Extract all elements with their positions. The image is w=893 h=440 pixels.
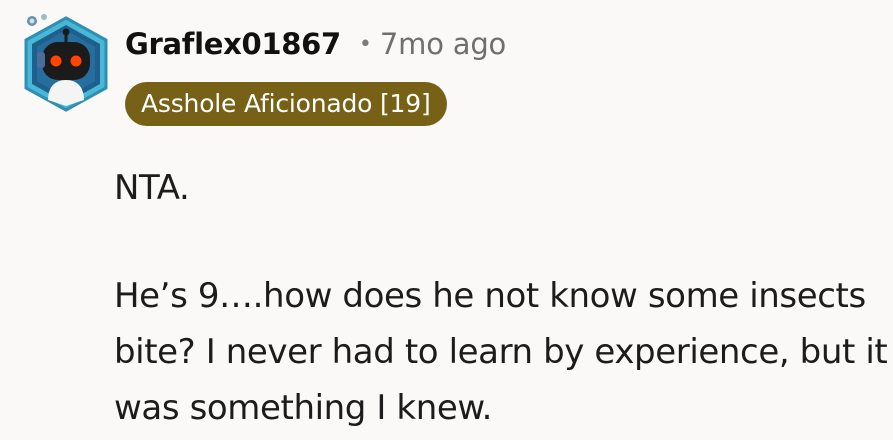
comment-paragraph: NTA.: [114, 168, 190, 208]
comment: Graflex01867 • 7mo ago Asshole Aficionad…: [0, 0, 893, 440]
comment-timestamp[interactable]: 7mo ago: [380, 27, 506, 61]
comment-header: Graflex01867 • 7mo ago: [125, 27, 506, 61]
comment-body: NTA. He’s 9….how does he not know some i…: [114, 160, 889, 436]
comment-paragraph: He’s 9….how does he not know some insect…: [114, 276, 888, 428]
username-link[interactable]: Graflex01867: [125, 27, 341, 61]
meta-separator: •: [358, 32, 372, 57]
user-avatar[interactable]: [18, 8, 114, 116]
snoo-robot-avatar-icon: [24, 14, 108, 112]
user-flair-badge[interactable]: Asshole Aficionado [19]: [125, 82, 447, 126]
